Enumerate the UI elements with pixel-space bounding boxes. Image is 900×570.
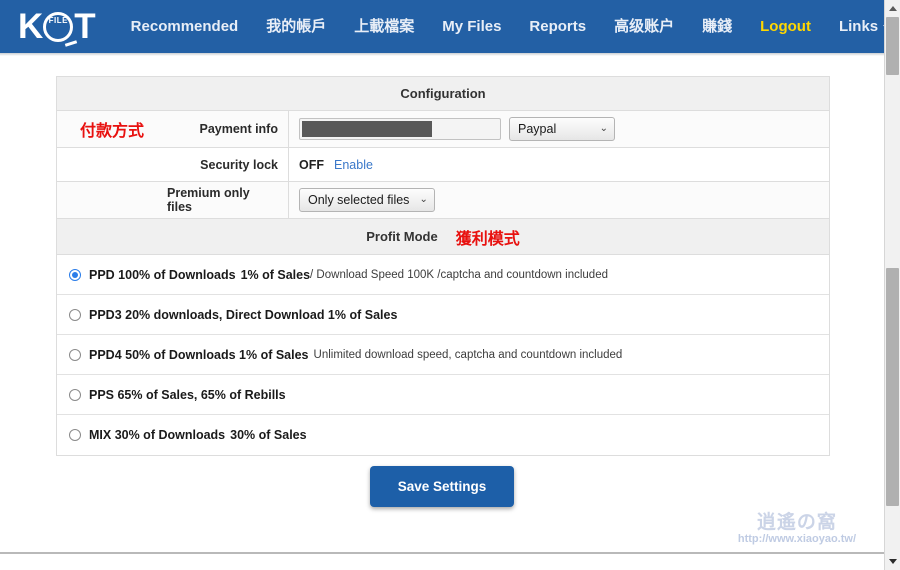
site-logo[interactable]: K FILE T (18, 0, 96, 53)
configuration-title: Configuration (57, 77, 829, 111)
nav-item-recommended[interactable]: Recommended (117, 0, 253, 53)
scroll-down-arrow-icon (888, 559, 897, 564)
security-lock-label: Security lock (167, 148, 289, 181)
profit-mode-header: Profit Mode 獲利模式 (57, 219, 829, 255)
scroll-up-arrow-icon (888, 6, 897, 11)
profit-mode-label: Profit Mode (366, 229, 438, 244)
scrollbar-thumb-upper[interactable] (886, 17, 899, 75)
security-lock-annotation (57, 148, 167, 181)
profit-option-ppd[interactable]: PPD 100% of Downloads 1% of Sales / Down… (57, 255, 829, 295)
radio-ppd4-description: Unlimited download speed, captcha and co… (313, 348, 623, 361)
vertical-scrollbar[interactable] (884, 0, 900, 570)
radio-ppd3[interactable] (69, 308, 81, 321)
premium-only-controls: Only selected files ⌄ (289, 182, 829, 218)
logo-file-text: FILE (48, 15, 68, 25)
logo-letter-t: T (74, 7, 95, 46)
top-navigation-bar: K FILE T Recommended 我的帳戶 上載檔案 My Files … (0, 0, 892, 53)
nav-item-earn-money[interactable]: 賺錢 (688, 0, 746, 53)
security-lock-status: OFF (299, 157, 324, 172)
nav-item-my-account[interactable]: 我的帳戶 (252, 0, 340, 53)
radio-ppd-label: PPD 100% of Downloads (89, 267, 236, 282)
radio-pps[interactable] (69, 388, 81, 401)
radio-ppd4-label: PPD4 50% of Downloads 1% of Sales (89, 347, 309, 362)
radio-ppd3-label: PPD3 20% downloads, Direct Download 1% o… (89, 307, 398, 322)
profit-option-mix[interactable]: MIX 30% of Downloads 30% of Sales (57, 415, 829, 455)
watermark-cjk-text: 逍遙の窩 (756, 511, 837, 533)
save-settings-button[interactable]: Save Settings (369, 466, 515, 507)
radio-ppd[interactable] (69, 268, 81, 281)
nav-item-reports[interactable]: Reports (515, 0, 600, 53)
scrollbar-up-button[interactable] (885, 0, 900, 17)
nav-item-logout[interactable]: Logout (746, 0, 825, 53)
nav-item-upload-files[interactable]: 上載檔案 (340, 0, 428, 53)
page-root: K FILE T Recommended 我的帳戶 上載檔案 My Files … (0, 0, 900, 570)
security-lock-controls: OFF Enable (289, 148, 829, 181)
premium-only-annotation (57, 182, 167, 218)
radio-mix-label-secondary: 30% of Sales (230, 428, 307, 442)
nav-links-group: Recommended 我的帳戶 上載檔案 My Files Reports 高… (117, 0, 900, 53)
save-button-container: Save Settings (0, 466, 884, 507)
radio-ppd-description: / Download Speed 100K /captcha and count… (310, 268, 608, 281)
payment-info-annotation: 付款方式 (79, 121, 144, 140)
payment-method-select[interactable]: Paypal ⌄ (509, 117, 615, 141)
configuration-panel: Configuration 付款方式 Payment info Paypal ⌄ (56, 76, 830, 456)
watermark-url-text: http://www.xiaoyao.tw/ (737, 533, 856, 545)
payment-info-input[interactable] (299, 118, 501, 140)
profit-option-pps[interactable]: PPS 65% of Sales, 65% of Rebills (57, 375, 829, 415)
radio-mix-label: MIX 30% of Downloads (89, 428, 226, 442)
profit-option-ppd4[interactable]: PPD4 50% of Downloads 1% of Sales Unlimi… (57, 335, 829, 375)
scrollbar-down-button[interactable] (885, 553, 900, 570)
premium-only-files-label: Premium only files (167, 182, 289, 218)
payment-info-controls: Paypal ⌄ (289, 111, 829, 147)
payment-method-value: Paypal (518, 122, 557, 136)
page-bottom-border (0, 552, 884, 554)
nav-links-label: Links (838, 18, 879, 35)
site-watermark: 逍遙の窩 http://www.xiaoyao.tw/ (738, 511, 856, 546)
nav-item-premium-account[interactable]: 高级账户 (600, 0, 688, 53)
nav-item-my-files[interactable]: My Files (428, 0, 515, 53)
logo-letter-k: K (18, 7, 43, 46)
profit-option-ppd3[interactable]: PPD3 20% downloads, Direct Download 1% o… (57, 295, 829, 335)
premium-only-files-select[interactable]: Only selected files ⌄ (299, 188, 435, 212)
profit-mode-annotation: 獲利模式 (455, 228, 520, 248)
row-payment-info: 付款方式 Payment info Paypal ⌄ (57, 111, 829, 148)
premium-select-chevron-down-icon: ⌄ (419, 194, 428, 205)
security-lock-enable-link[interactable]: Enable (334, 158, 373, 172)
radio-mix[interactable] (69, 429, 81, 441)
radio-ppd-label-secondary: 1% of Sales (240, 267, 311, 282)
premium-only-files-value: Only selected files (308, 193, 410, 207)
radio-ppd4[interactable] (69, 348, 81, 361)
radio-pps-label: PPS 65% of Sales, 65% of Rebills (89, 387, 286, 402)
scrollbar-thumb[interactable] (886, 268, 899, 506)
logo-file-emblem-icon: FILE (43, 11, 78, 47)
payment-info-label: Payment info (167, 111, 289, 147)
row-security-lock: Security lock OFF Enable (57, 148, 829, 182)
main-content-area: Configuration 付款方式 Payment info Paypal ⌄ (0, 56, 884, 554)
row-premium-only-files: Premium only files Only selected files ⌄ (57, 182, 829, 219)
payment-info-redaction-overlay (302, 121, 432, 137)
select-chevron-down-icon: ⌄ (599, 123, 608, 134)
